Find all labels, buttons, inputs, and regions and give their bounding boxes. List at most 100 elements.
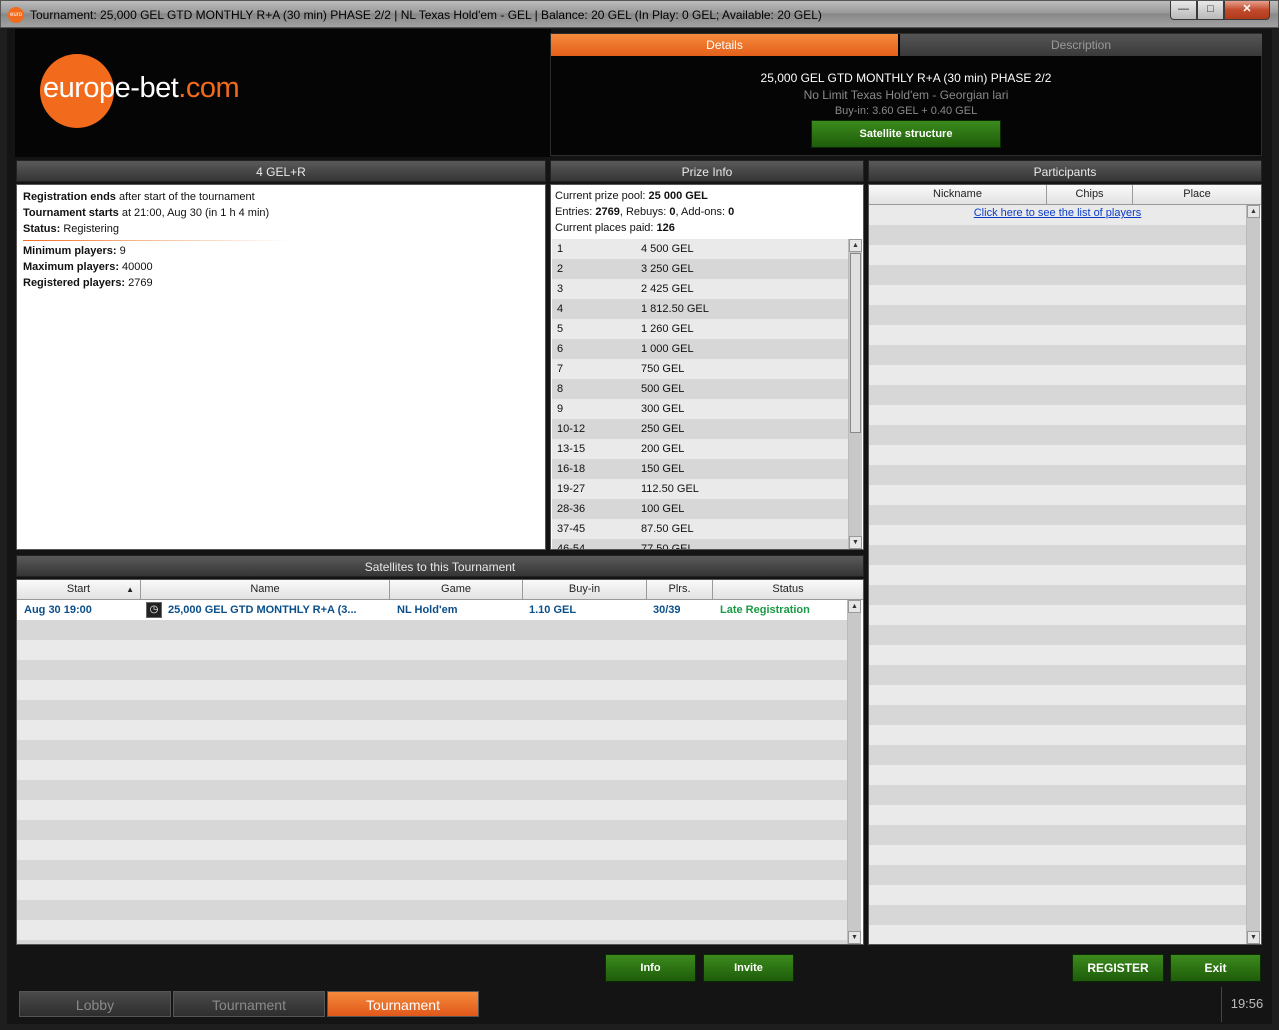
prize-place: 6 <box>557 343 564 355</box>
satellite-name: 25,000 GEL GTD MONTHLY R+A (3... <box>168 604 357 616</box>
prize-amount: 300 GEL <box>641 403 685 415</box>
prize-place: 4 <box>557 303 564 315</box>
prize-place: 9 <box>557 403 564 415</box>
col-chips[interactable]: Chips <box>1047 185 1133 205</box>
prize-row: 8 500 GEL <box>552 379 848 399</box>
info-button[interactable]: Info <box>605 954 696 982</box>
scroll-down-icon[interactable]: ▼ <box>1247 931 1260 944</box>
close-button[interactable]: ✕ <box>1224 1 1270 20</box>
scroll-up-icon[interactable]: ▲ <box>849 239 862 252</box>
empty-row <box>869 645 1246 665</box>
places-paid-label: Current places paid: <box>555 222 657 234</box>
prize-place: 3 <box>557 283 564 295</box>
empty-row <box>869 805 1246 825</box>
maximize-button[interactable]: □ <box>1197 1 1224 20</box>
prize-amount: 1 812.50 GEL <box>641 303 709 315</box>
register-button[interactable]: REGISTER <box>1072 954 1164 982</box>
empty-row <box>17 800 847 820</box>
scroll-up-icon[interactable]: ▲ <box>1247 205 1260 218</box>
prize-info-panel: Current prize pool: 25 000 GEL Entries: … <box>550 184 864 550</box>
prize-row: 16-18 150 GEL <box>552 459 848 479</box>
empty-row <box>17 880 847 900</box>
scroll-up-icon[interactable]: ▲ <box>848 600 861 613</box>
tab-details[interactable]: Details <box>551 34 898 56</box>
tournament-name: 25,000 GEL GTD MONTHLY R+A (30 min) PHAS… <box>760 71 1052 85</box>
empty-row <box>17 720 847 740</box>
col-game[interactable]: Game <box>390 580 523 600</box>
registration-ends-value: after start of the tournament <box>115 191 255 203</box>
prize-amount: 112.50 GEL <box>641 483 699 495</box>
prize-amount: 87.50 GEL <box>641 523 694 535</box>
empty-row <box>869 625 1246 645</box>
col-name[interactable]: Name <box>141 580 390 600</box>
empty-row <box>17 660 847 680</box>
satellites-scrollbar[interactable]: ▲ ▼ <box>847 600 861 944</box>
tournament-info-header: 4 GEL+R <box>16 160 546 182</box>
rebuys-label: , Rebuys: <box>619 206 670 218</box>
tournament-info-panel: Registration ends after start of the tou… <box>16 184 546 550</box>
logo: europe-bet.com <box>43 72 240 105</box>
tab-tournament-1[interactable]: Tournament <box>173 991 325 1017</box>
empty-row <box>17 820 847 840</box>
tournament-starts-line: Tournament starts at 21:00, Aug 30 (in 1… <box>23 207 269 219</box>
participants-scrollbar[interactable]: ▲ ▼ <box>1246 205 1260 944</box>
tab-lobby[interactable]: Lobby <box>19 991 171 1017</box>
empty-row <box>869 245 1246 265</box>
col-buyin[interactable]: Buy-in <box>523 580 647 600</box>
empty-row <box>869 225 1246 245</box>
satellite-structure-button[interactable]: Satellite structure <box>811 120 1001 148</box>
tab-tournament-2[interactable]: Tournament <box>327 991 479 1017</box>
prize-place: 16-18 <box>557 463 586 475</box>
empty-row <box>17 640 847 660</box>
entries-value: 2769 <box>595 206 620 218</box>
col-place[interactable]: Place <box>1133 185 1261 205</box>
sort-asc-icon: ▲ <box>126 585 134 594</box>
registration-ends-line: Registration ends after start of the tou… <box>23 191 255 203</box>
empty-row <box>17 840 847 860</box>
logo-part-com: .com <box>178 72 240 104</box>
empty-row <box>869 745 1246 765</box>
empty-row <box>869 345 1246 365</box>
prize-place: 5 <box>557 323 564 335</box>
satellite-game: NL Hold'em <box>397 604 458 616</box>
col-players[interactable]: Plrs. <box>647 580 713 600</box>
prize-amount: 250 GEL <box>641 423 685 435</box>
game-type: No Limit Texas Hold'em - Georgian lari <box>803 88 1009 102</box>
title-bar[interactable]: euro Tournament: 25,000 GEL GTD MONTHLY … <box>0 0 1279 28</box>
empty-row <box>869 385 1246 405</box>
empty-row <box>17 700 847 720</box>
satellites-list <box>17 600 847 944</box>
empty-row <box>869 285 1246 305</box>
empty-row <box>17 760 847 780</box>
places-paid-value: 126 <box>656 222 675 234</box>
satellite-row[interactable]: Aug 30 19:00 ◷ 25,000 GEL GTD MONTHLY R+… <box>17 600 847 620</box>
satellite-status: Late Registration <box>720 604 810 616</box>
prize-scrollbar[interactable]: ▲ ▼ <box>848 239 862 549</box>
exit-button[interactable]: Exit <box>1170 954 1261 982</box>
prize-pool-line: Current prize pool: 25 000 GEL <box>555 190 708 202</box>
tab-description[interactable]: Description <box>900 34 1262 56</box>
prize-place: 2 <box>557 263 564 275</box>
minimize-button[interactable]: — <box>1170 1 1197 20</box>
max-players-label: Maximum players: <box>23 261 119 273</box>
empty-row <box>869 765 1246 785</box>
empty-row <box>869 405 1246 425</box>
scroll-thumb[interactable] <box>850 253 861 433</box>
prize-table[interactable]: 1 4 500 GEL 2 3 250 GEL 3 2 425 GEL 4 1 812.50 … <box>552 239 848 549</box>
prize-pool-label: Current prize pool: <box>555 190 649 202</box>
prize-amount: 4 500 GEL <box>641 243 694 255</box>
col-nickname[interactable]: Nickname <box>869 185 1047 205</box>
participants-panel: Nickname Chips Place Click here to see t… <box>868 184 1262 945</box>
buyin-text: Buy-in: 3.60 GEL + 0.40 GEL <box>834 105 978 117</box>
status-line: Status: Registering <box>23 223 119 235</box>
col-status[interactable]: Status <box>713 580 863 600</box>
prize-amount: 1 000 GEL <box>641 343 694 355</box>
empty-row <box>869 585 1246 605</box>
invite-button[interactable]: Invite <box>703 954 794 982</box>
see-players-link[interactable]: Click here to see the list of players <box>974 207 1142 219</box>
satellite-players: 30/39 <box>653 604 681 616</box>
scroll-down-icon[interactable]: ▼ <box>848 931 861 944</box>
col-start[interactable]: Start ▲ <box>17 580 141 600</box>
prize-row: 4 1 812.50 GEL <box>552 299 848 319</box>
scroll-down-icon[interactable]: ▼ <box>849 536 862 549</box>
